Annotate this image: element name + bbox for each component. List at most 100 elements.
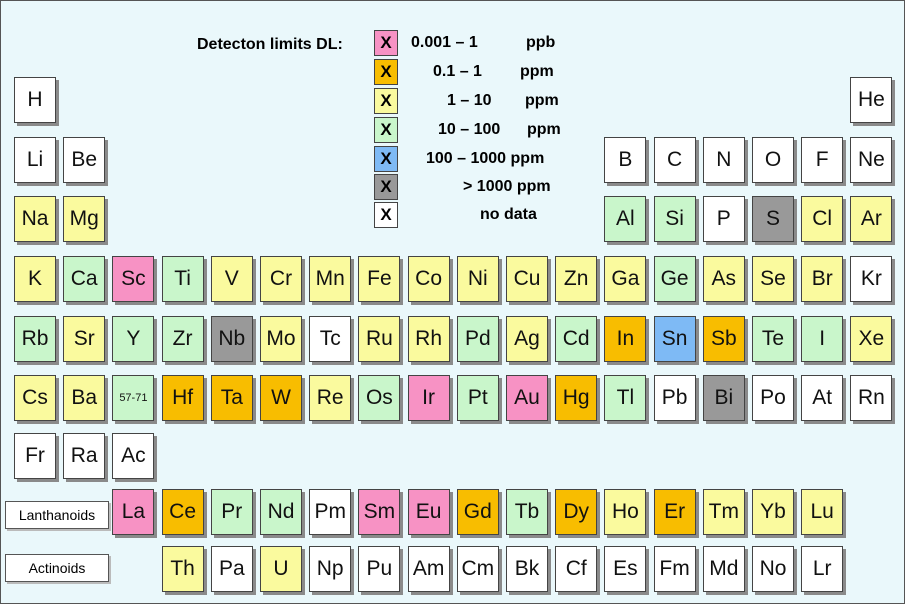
element-cell: Sb: [702, 316, 745, 362]
element-cell: Cl: [801, 196, 844, 242]
element-cell: Br: [801, 256, 844, 302]
element-cell: Tc: [309, 316, 352, 362]
element-cell: Ta: [210, 375, 253, 421]
element-cell: I: [801, 316, 844, 362]
element-cell: Fm: [653, 546, 696, 592]
element-cell: Bk: [506, 546, 548, 592]
element-cell: Se: [752, 256, 794, 302]
legend-unit: ppb: [526, 34, 556, 51]
element-cell: As: [702, 256, 745, 302]
legend-swatch: X: [374, 202, 398, 228]
element-cell: Pu: [358, 546, 401, 592]
element-cell: Pd: [456, 316, 499, 362]
legend-swatch: X: [374, 59, 398, 85]
element-cell: Mg: [63, 196, 106, 242]
legend-range: 100 – 1000 ppm: [426, 150, 545, 167]
element-cell: V: [210, 256, 253, 302]
periodic-table-diagram: Detecton limits DL: X 0.001 – 1 ppb X 0.1 – …: [0, 0, 905, 604]
element-cell: He: [850, 77, 893, 123]
lanthanoids-label: Lanthanoids: [5, 501, 109, 529]
element-cell: Cd: [555, 316, 598, 362]
element-cell: Ho: [604, 489, 647, 535]
element-cell: Bi: [702, 375, 745, 421]
element-cell: W: [260, 375, 302, 421]
element-cell: Sc: [112, 256, 155, 302]
element-cell: Au: [506, 375, 548, 421]
element-cell: Ru: [358, 316, 401, 362]
element-cell: Sr: [63, 316, 106, 362]
element-cell: Zr: [161, 316, 204, 362]
element-cell: Th: [161, 546, 204, 592]
element-cell: Cf: [555, 546, 598, 592]
element-cell: Li: [14, 137, 56, 183]
element-cell: Fe: [358, 256, 401, 302]
element-cell: Cs: [14, 375, 56, 421]
element-cell: Y: [112, 316, 155, 362]
legend-range: 0.001 – 1: [411, 34, 478, 51]
legend-swatch: X: [374, 88, 398, 114]
element-cell: Xe: [850, 316, 893, 362]
element-cell: Ac: [112, 433, 155, 479]
element-cell: Os: [358, 375, 401, 421]
element-cell: Es: [604, 546, 647, 592]
element-cell: La: [112, 489, 155, 535]
legend-unit: ppm: [527, 121, 561, 138]
element-cell: Co: [407, 256, 450, 302]
element-cell: Hf: [161, 375, 204, 421]
element-cell: At: [801, 375, 844, 421]
element-cell: Am: [407, 546, 450, 592]
legend-swatch: X: [374, 30, 398, 56]
element-cell: Nb: [210, 316, 253, 362]
element-cell: Rb: [14, 316, 56, 362]
element-cell: Ni: [456, 256, 499, 302]
element-cell: S: [752, 196, 794, 242]
element-cell: Tl: [604, 375, 647, 421]
element-cell: Ir: [407, 375, 450, 421]
element-cell: Re: [309, 375, 352, 421]
element-cell: Ge: [653, 256, 696, 302]
element-cell: P: [702, 196, 745, 242]
element-cell: Ce: [161, 489, 204, 535]
legend-swatch: X: [374, 174, 398, 200]
element-cell: O: [752, 137, 794, 183]
element-cell: Mn: [309, 256, 352, 302]
legend-swatch: X: [374, 117, 398, 143]
element-cell: Pb: [653, 375, 696, 421]
element-cell: Cr: [260, 256, 302, 302]
element-cell: Po: [752, 375, 794, 421]
element-cell: Ba: [63, 375, 106, 421]
element-cell: Md: [702, 546, 745, 592]
element-cell: Sn: [653, 316, 696, 362]
legend-range: > 1000 ppm: [463, 178, 551, 195]
legend-swatch: X: [374, 146, 398, 172]
legend-range: 1 – 10: [447, 92, 492, 109]
element-cell: N: [702, 137, 745, 183]
element-cell: Pt: [456, 375, 499, 421]
element-cell: Si: [653, 196, 696, 242]
element-cell: 57-71: [112, 375, 155, 421]
element-cell: Ti: [161, 256, 204, 302]
element-cell: Ar: [850, 196, 893, 242]
element-cell: Te: [752, 316, 794, 362]
element-cell: Ag: [506, 316, 548, 362]
element-cell: Pr: [210, 489, 253, 535]
element-cell: Na: [14, 196, 56, 242]
element-cell: F: [801, 137, 844, 183]
element-cell: Sm: [358, 489, 401, 535]
element-cell: In: [604, 316, 647, 362]
element-cell: Dy: [555, 489, 598, 535]
element-cell: Rn: [850, 375, 893, 421]
element-cell: H: [14, 77, 56, 123]
element-cell: Cu: [506, 256, 548, 302]
element-cell: Zn: [555, 256, 598, 302]
element-cell: Tb: [506, 489, 548, 535]
element-cell: Yb: [752, 489, 794, 535]
element-cell: C: [653, 137, 696, 183]
element-cell: Mo: [260, 316, 302, 362]
legend-range: no data: [480, 206, 537, 223]
element-cell: Pm: [309, 489, 352, 535]
legend-unit: ppm: [520, 63, 554, 80]
element-cell: Pa: [210, 546, 253, 592]
element-cell: No: [752, 546, 794, 592]
element-cell: Be: [63, 137, 106, 183]
